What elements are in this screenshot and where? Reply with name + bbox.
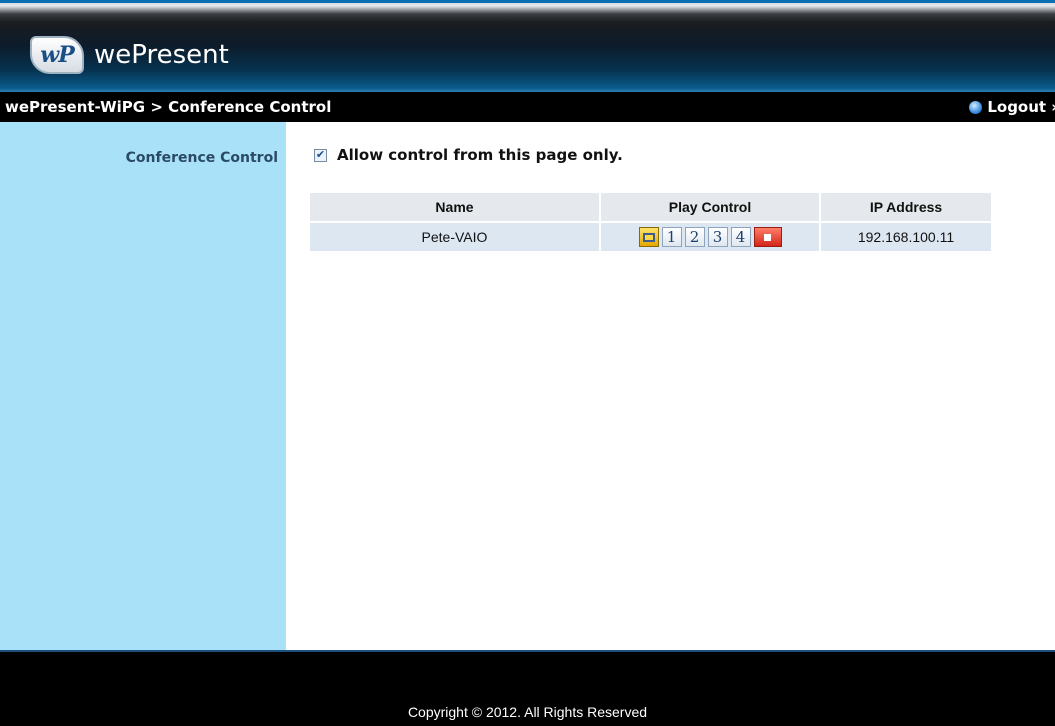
logout-link[interactable]: Logout » (969, 98, 1055, 116)
column-header-ip-address: IP Address (821, 193, 991, 221)
stop-button[interactable] (753, 227, 782, 247)
split-3-button[interactable]: 3 (707, 227, 728, 247)
column-header-name: Name (310, 193, 599, 221)
sidebar-section-label: Conference Control (125, 150, 278, 166)
fullscreen-button[interactable] (638, 227, 659, 247)
logout-label: Logout » (987, 98, 1055, 116)
allow-control-option: ✔ Allow control from this page only. (314, 146, 623, 164)
table-row: Pete-VAIO 1 2 3 4 192.168.100.11 (310, 223, 991, 251)
wepresent-logo-badge: wP (30, 36, 84, 74)
column-header-play-control: Play Control (601, 193, 819, 221)
footer: Copyright © 2012. All Rights Reserved (0, 650, 1055, 726)
split-1-button[interactable]: 1 (661, 227, 682, 247)
play-control-cell: 1 2 3 4 (601, 223, 819, 251)
client-ip-address: 192.168.100.11 (821, 223, 991, 251)
app-header: wP wePresent (0, 0, 1055, 92)
title-bar: wePresent-WiPG > Conference Control Logo… (0, 92, 1055, 122)
allow-control-label: Allow control from this page only. (337, 146, 623, 164)
allow-control-checkbox[interactable]: ✔ (314, 148, 327, 162)
client-name: Pete-VAIO (310, 223, 599, 251)
wepresent-logo-text: wePresent (94, 40, 229, 70)
logout-icon (969, 100, 983, 114)
client-table: Name Play Control IP Address Pete-VAIO 1… (308, 191, 993, 253)
wepresent-logo: wP wePresent (30, 36, 229, 74)
table-header-row: Name Play Control IP Address (310, 193, 991, 221)
split-2-button[interactable]: 2 (684, 227, 705, 247)
stop-icon (764, 233, 771, 241)
play-control-buttons: 1 2 3 4 (601, 227, 819, 247)
fullscreen-icon (642, 232, 655, 242)
copyright-text: Copyright © 2012. All Rights Reserved (407, 704, 648, 720)
split-4-button[interactable]: 4 (730, 227, 751, 247)
breadcrumb: wePresent-WiPG > Conference Control (5, 98, 332, 116)
header-top-line (0, 0, 1055, 3)
sidebar: Conference Control (0, 122, 286, 650)
checkmark-icon: ✔ (315, 148, 326, 161)
main-content: ✔ Allow control from this page only. Nam… (286, 122, 1055, 650)
